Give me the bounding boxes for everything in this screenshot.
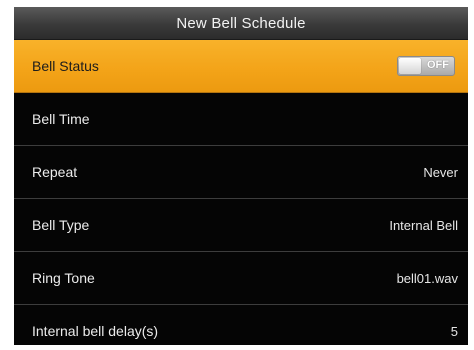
page-title: New Bell Schedule [176, 14, 306, 32]
setting-label-internal-bell-delay: Internal bell delay(s) [32, 323, 159, 339]
device-screen: New Bell Schedule Bell Status OFF Bell T… [14, 7, 468, 345]
setting-label-bell-time: Bell Time [32, 111, 90, 127]
setting-label-ring-tone: Ring Tone [32, 270, 95, 286]
settings-list: Bell Status OFF Bell Time Repeat Never B… [14, 40, 468, 345]
title-bar: New Bell Schedule [14, 7, 468, 40]
setting-label-bell-status: Bell Status [32, 58, 99, 74]
setting-row-bell-status[interactable]: Bell Status OFF [14, 40, 468, 93]
setting-row-bell-type[interactable]: Bell Type Internal Bell [14, 199, 468, 252]
setting-label-repeat: Repeat [32, 164, 78, 180]
toggle-knob[interactable] [399, 58, 421, 74]
setting-row-bell-time[interactable]: Bell Time [14, 93, 468, 146]
setting-value-bell-type: Internal Bell [389, 217, 458, 233]
setting-label-bell-type: Bell Type [32, 217, 90, 233]
setting-value-repeat: Never [423, 164, 458, 180]
bell-status-toggle[interactable]: OFF [397, 56, 455, 76]
setting-row-internal-bell-delay[interactable]: Internal bell delay(s) 5 [14, 305, 468, 345]
setting-value-ring-tone: bell01.wav [396, 270, 458, 286]
setting-value-internal-bell-delay: 5 [450, 323, 458, 339]
setting-row-repeat[interactable]: Repeat Never [14, 146, 468, 199]
setting-row-ring-tone[interactable]: Ring Tone bell01.wav [14, 252, 468, 305]
toggle-state-label: OFF [427, 59, 449, 71]
